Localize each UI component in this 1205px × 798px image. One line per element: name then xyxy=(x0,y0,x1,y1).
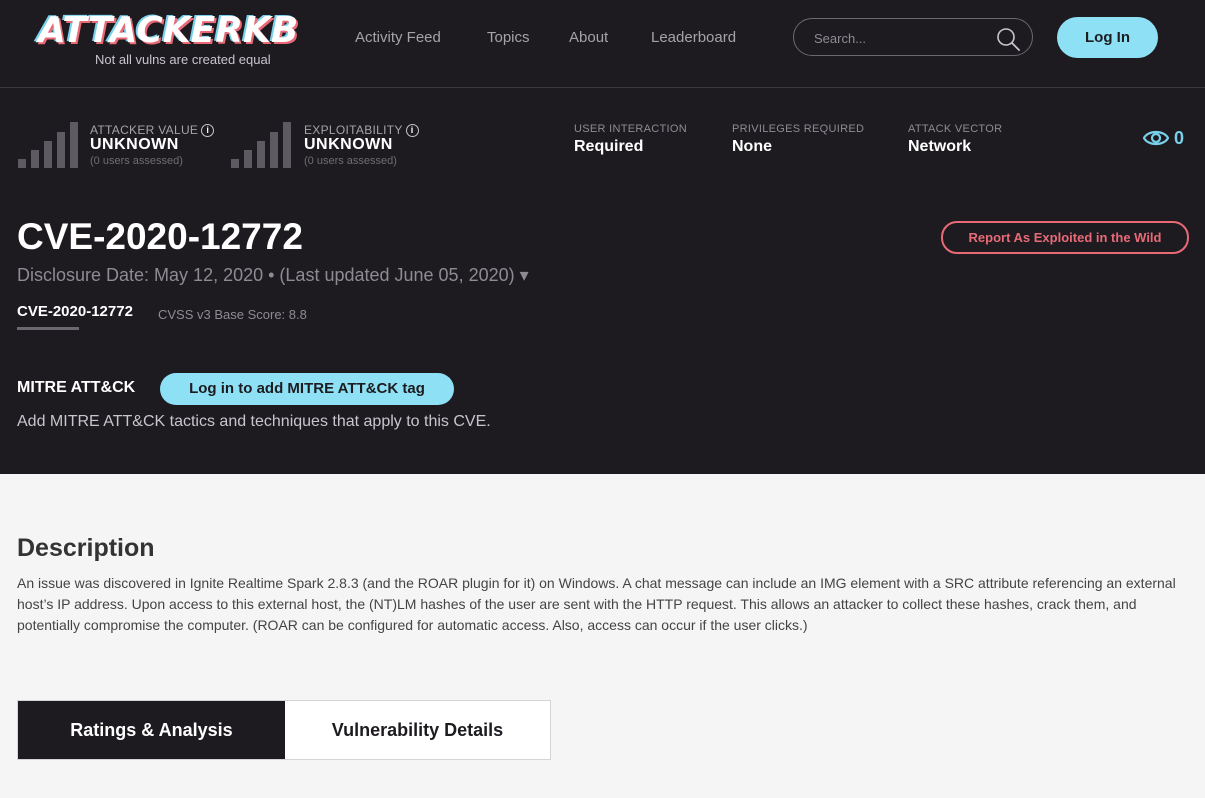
attacker-value-label: ATTACKER VALUE i xyxy=(90,123,215,137)
nav-topics[interactable]: Topics xyxy=(487,29,530,46)
user-interaction-value: Required xyxy=(574,138,644,155)
page-title: CVE-2020-12772 xyxy=(17,216,303,257)
search-icon[interactable] xyxy=(996,27,1020,51)
report-exploited-button[interactable]: Report As Exploited in the Wild xyxy=(941,221,1189,254)
cvss-score: CVSS v3 Base Score: 8.8 xyxy=(158,307,307,322)
attack-vector-label: ATTACK VECTOR xyxy=(908,123,1003,135)
view-count: 0 xyxy=(1174,128,1185,148)
nav-leaderboard[interactable]: Leaderboard xyxy=(651,29,736,46)
tab-ratings-analysis[interactable]: Ratings & Analysis xyxy=(18,701,285,759)
mitre-title: MITRE ATT&CK xyxy=(17,379,136,396)
eye-icon xyxy=(1143,130,1169,146)
nav-activity-feed[interactable]: Activity Feed xyxy=(355,29,441,46)
exploitability-value: UNKNOWN xyxy=(304,136,393,153)
tab-vulnerability-details[interactable]: Vulnerability Details xyxy=(285,701,550,759)
login-button[interactable]: Log In xyxy=(1057,17,1158,58)
logo[interactable]: ATTACKERKB Not all vulns are created equ… xyxy=(38,10,328,70)
description-title: Description xyxy=(17,534,155,562)
description-text: An issue was discovered in Ignite Realti… xyxy=(17,575,1176,633)
exploitability-bars-icon xyxy=(231,122,293,168)
info-icon[interactable]: i xyxy=(201,124,215,137)
analysis-tabs: Ratings & Analysis Vulnerability Details xyxy=(17,700,551,760)
content-section: Description An issue was discovered in I… xyxy=(0,474,1205,798)
info-icon[interactable]: i xyxy=(405,124,419,137)
privileges-required-label: PRIVILEGES REQUIRED xyxy=(732,123,865,135)
add-mitre-tag-button[interactable]: Log in to add MITRE ATT&CK tag xyxy=(160,373,454,405)
logo-text: ATTACKERKB xyxy=(38,10,299,51)
nav-about[interactable]: About xyxy=(569,29,608,46)
tab-underline xyxy=(17,327,79,330)
exploitability-label: EXPLOITABILITY i xyxy=(304,123,419,137)
attacker-value-sub: (0 users assessed) xyxy=(90,155,183,167)
tab-cve-id[interactable]: CVE-2020-12772 xyxy=(17,303,133,320)
privileges-required-value: None xyxy=(732,138,772,155)
tagline: Not all vulns are created equal xyxy=(95,52,271,67)
attacker-value-bars-icon xyxy=(18,122,80,168)
site-header: ATTACKERKB Not all vulns are created equ… xyxy=(0,0,1205,88)
search-placeholder: Search... xyxy=(814,31,867,46)
exploitability-sub: (0 users assessed) xyxy=(304,155,397,167)
attack-vector-value: Network xyxy=(908,138,972,155)
user-interaction-label: USER INTERACTION xyxy=(574,123,687,135)
mitre-description: Add MITRE ATT&CK tactics and techniques … xyxy=(17,413,491,430)
attacker-value-value: UNKNOWN xyxy=(90,136,179,153)
search-input[interactable]: Search... xyxy=(793,18,1033,56)
disclosure-date[interactable]: Disclosure Date: May 12, 2020 • (Last up… xyxy=(17,265,529,286)
